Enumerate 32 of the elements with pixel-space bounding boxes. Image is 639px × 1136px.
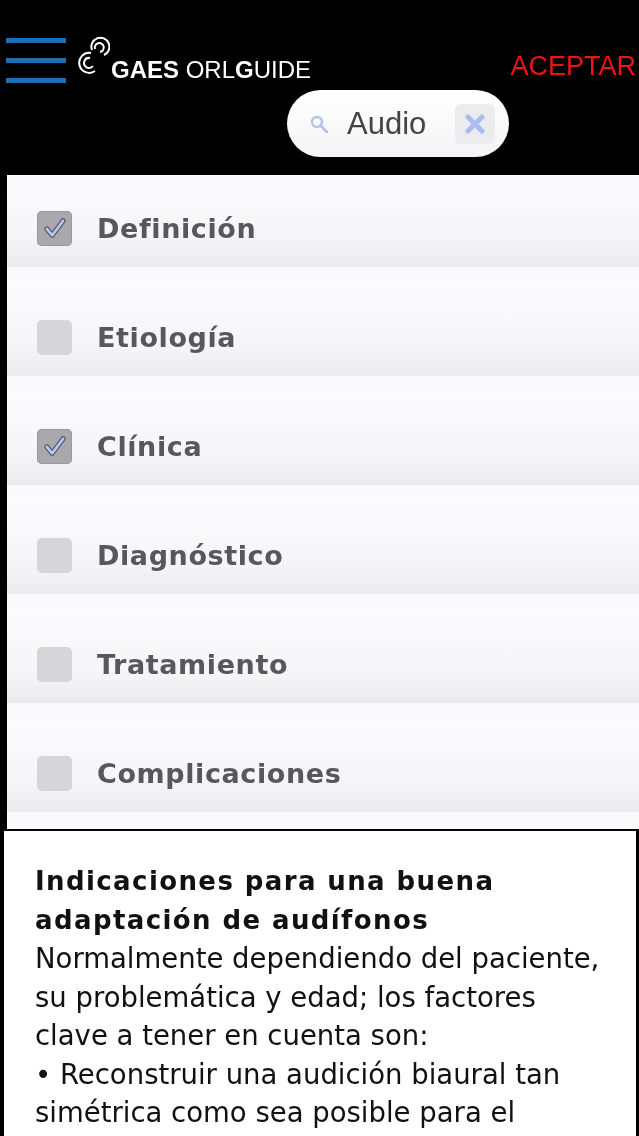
clear-button[interactable]: [455, 103, 495, 144]
filter-row[interactable]: Tratamiento: [7, 611, 639, 720]
filter-row[interactable]: Clínica: [7, 393, 639, 502]
accept-button[interactable]: ACEPTAR: [510, 53, 639, 80]
checkbox[interactable]: [37, 428, 72, 464]
filter-row[interactable]: Definición: [7, 175, 639, 284]
filter-label: Tratamiento: [97, 648, 289, 680]
check-icon: [43, 436, 66, 456]
search-input[interactable]: Audio: [347, 105, 451, 142]
checkbox[interactable]: [37, 319, 72, 355]
logo-icon: [78, 36, 110, 74]
article-paragraph: • Reconstruir una audición biaural tan simétrica como sea posible para el: [35, 1056, 562, 1130]
filter-label: Definición: [97, 212, 257, 244]
close-icon: [465, 113, 485, 134]
logo-text: GAES ORLGUIDE: [111, 58, 312, 82]
filter-label: Etiología: [97, 321, 237, 353]
checkbox[interactable]: [37, 537, 72, 573]
article-title: Indicaciones para una buena adaptación de audífonos: [35, 865, 496, 937]
filter-label: Diagnóstico: [97, 539, 284, 571]
menu-icon[interactable]: [6, 38, 66, 83]
filter-row[interactable]: Etiología: [7, 284, 639, 393]
checkbox[interactable]: [37, 210, 72, 246]
search-field[interactable]: Audio: [287, 90, 509, 157]
filter-row[interactable]: Complicaciones: [7, 720, 639, 829]
checkbox[interactable]: [37, 646, 72, 682]
check-icon: [43, 218, 66, 238]
filter-label: Clínica: [97, 430, 203, 462]
checkbox[interactable]: [37, 755, 72, 791]
search-icon: [310, 114, 328, 133]
filter-row[interactable]: Diagnóstico: [7, 502, 639, 611]
article-paragraph: Normalmente dependiendo del paciente, su problemática y edad; los factores clave a tener en cuenta son:: [35, 941, 601, 1053]
filter-label: Complicaciones: [97, 757, 342, 789]
